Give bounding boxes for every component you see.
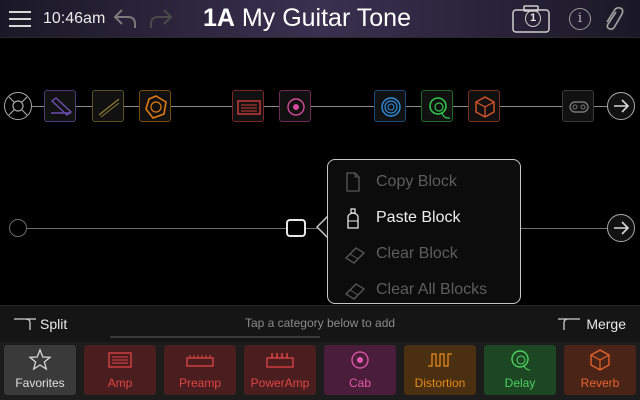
add-hint: Tap a category below to add	[244, 316, 396, 330]
looper-icon	[569, 101, 589, 113]
looper-block[interactable]	[562, 90, 594, 122]
distortion-icon	[428, 353, 452, 367]
copy-block-label: Copy Block	[376, 173, 457, 190]
copy-block-item[interactable]: Copy Block	[328, 164, 520, 200]
amp-head-icon	[237, 100, 261, 115]
category-delay[interactable]: Delay	[484, 345, 556, 395]
paste-bottle-icon	[347, 208, 359, 229]
split-merge-bar: Split Tap a category below to add Merge	[0, 305, 640, 342]
path-b-output[interactable]	[607, 214, 635, 242]
poweramp-icon	[266, 353, 294, 368]
volume-block[interactable]	[92, 90, 124, 122]
amp-icon	[108, 352, 132, 368]
delay-block[interactable]	[421, 90, 453, 122]
category-label: Amp	[107, 376, 133, 390]
wah-block[interactable]	[44, 90, 76, 122]
path-b-input[interactable]	[9, 219, 27, 237]
paste-block-item[interactable]: Paste Block	[328, 200, 520, 236]
filter-block[interactable]	[139, 90, 171, 122]
path-a-output[interactable]	[607, 92, 635, 120]
merge-icon	[558, 318, 581, 330]
category-label: Distortion	[414, 376, 466, 390]
block-context-menu: Copy Block Paste Block Clear Block Clear…	[327, 159, 521, 304]
merge-button[interactable]: Merge	[558, 316, 626, 332]
volume-pedal-icon	[98, 98, 120, 118]
category-label: Cab	[348, 376, 371, 390]
wah-pedal-icon	[50, 97, 73, 116]
category-distortion[interactable]: Distortion	[404, 345, 476, 395]
category-preamp[interactable]: Preamp	[164, 345, 236, 395]
clear-all-blocks-item[interactable]: Clear All Blocks	[328, 272, 520, 308]
copy-icon	[346, 172, 360, 192]
clear-all-blocks-label: Clear All Blocks	[376, 281, 488, 298]
paperclip-icon[interactable]	[602, 6, 624, 32]
undo-icon[interactable]	[113, 7, 139, 31]
category-amp[interactable]: Amp	[84, 345, 156, 395]
preset-name: My Guitar Tone	[241, 4, 411, 32]
clear-block-item[interactable]: Clear Block	[328, 236, 520, 272]
star-icon	[28, 348, 52, 371]
input-knob-icon	[8, 96, 28, 116]
info-icon[interactable]: i	[569, 8, 591, 30]
delay-icon	[511, 350, 531, 371]
preset-title[interactable]: 1A My Guitar Tone	[203, 4, 411, 33]
top-bar: 10:46am 1A My Guitar Tone 1 i	[0, 0, 640, 38]
preamp-icon	[186, 355, 214, 367]
filter-icon	[145, 95, 167, 119]
merge-label: Merge	[586, 316, 626, 332]
delay-icon	[429, 97, 451, 119]
category-poweramp[interactable]: PowerAmp	[244, 345, 316, 395]
reverb-icon	[590, 349, 610, 371]
cab-speaker-icon	[351, 351, 369, 369]
category-reverb[interactable]: Reverb	[564, 345, 636, 395]
arrow-right-icon	[614, 99, 630, 113]
arrow-right-icon	[614, 221, 630, 235]
scroll-indicator	[110, 336, 320, 338]
eraser-icon	[344, 283, 366, 300]
eraser-icon	[344, 247, 366, 264]
speaker-icon	[287, 98, 305, 116]
preset-id: 1A	[203, 4, 235, 32]
modulation-block[interactable]	[374, 90, 406, 122]
snapshot-number: 1	[525, 10, 541, 27]
input-block[interactable]	[4, 92, 32, 120]
clock: 10:46am	[43, 10, 106, 27]
reverb-cube-icon	[475, 96, 495, 118]
category-label: Delay	[504, 376, 536, 390]
amp-block[interactable]	[232, 90, 264, 122]
modulation-icon	[381, 97, 401, 117]
redo-icon[interactable]	[147, 7, 173, 31]
category-bar: Favorites Amp Preamp PowerAmp Cab Distor…	[0, 342, 640, 400]
category-cab[interactable]: Cab	[324, 345, 396, 395]
category-label: Reverb	[580, 376, 620, 390]
helix-editor-screen: 10:46am 1A My Guitar Tone 1 i Copy Block…	[0, 0, 640, 400]
clear-block-label: Clear Block	[376, 245, 458, 262]
category-favorites[interactable]: Favorites	[4, 345, 76, 395]
paste-block-label: Paste Block	[376, 209, 461, 226]
menu-icon[interactable]	[9, 9, 31, 29]
category-label: Preamp	[178, 376, 222, 390]
category-label: PowerAmp	[250, 376, 310, 390]
reverb-block[interactable]	[468, 90, 500, 122]
cab-block[interactable]	[279, 90, 311, 122]
selected-empty-slot[interactable]	[286, 219, 306, 237]
category-label: Favorites	[15, 376, 65, 390]
